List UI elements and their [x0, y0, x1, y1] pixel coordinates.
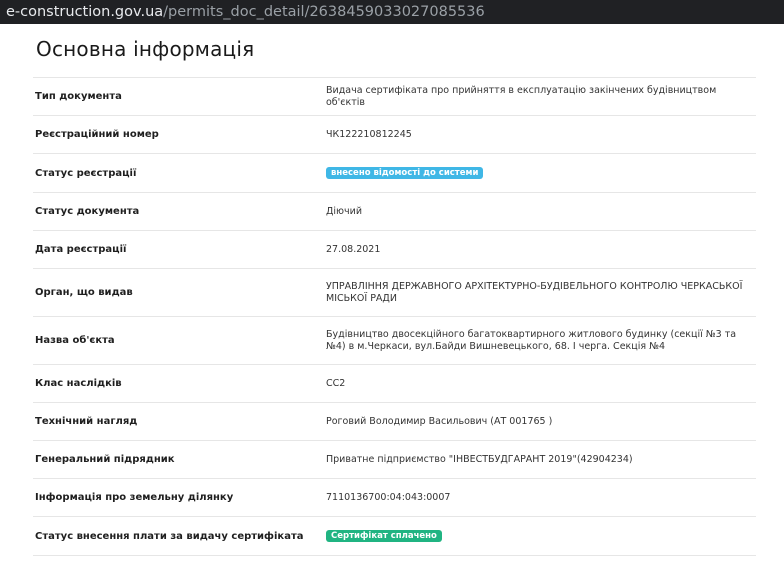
- payment-status-badge: Сертифікат сплачено: [326, 530, 442, 542]
- info-label: Клас наслідків: [35, 378, 122, 389]
- url-path: /permits_doc_detail/2638459033027085536: [163, 4, 485, 20]
- info-label: Інформація про земельну ділянку: [35, 492, 234, 503]
- info-row-issuing-authority: Орган, що видав УПРАВЛІННЯ ДЕРЖАВНОГО АР…: [33, 269, 756, 317]
- info-value: Сертифікат сплачено: [326, 530, 756, 542]
- info-label: Дата реєстрації: [35, 244, 127, 255]
- info-value: Приватне підприємство "ІНВЕСТБУДГАРАНТ 2…: [326, 453, 633, 465]
- registration-status-badge: внесено відомості до системи: [326, 167, 484, 179]
- info-row-document-type: Тип документа Видача сертифіката про при…: [33, 78, 756, 116]
- info-value: 7110136700:04:043:0007: [326, 491, 451, 503]
- info-label: Тип документа: [35, 91, 122, 102]
- info-row-technical-supervision: Технічний нагляд Роговий Володимир Васил…: [33, 403, 756, 441]
- info-value: 27.08.2021: [326, 243, 381, 255]
- info-label: Технічний нагляд: [35, 416, 138, 427]
- info-value: УПРАВЛІННЯ ДЕРЖАВНОГО АРХІТЕКТУРНО-БУДІВ…: [326, 280, 743, 304]
- info-value: Будівництво двосекційного багатоквартирн…: [326, 328, 737, 352]
- info-value: Видача сертифіката про прийняття в експл…: [326, 84, 717, 108]
- info-row-object-name: Назва об'єкта Будівництво двосекційного …: [33, 317, 756, 365]
- info-row-registration-status: Статус реєстрації внесено відомості до с…: [33, 154, 756, 193]
- info-value: Діючий: [326, 205, 363, 217]
- section-title: Основна інформація: [36, 37, 255, 61]
- info-label: Статус документа: [35, 206, 140, 217]
- info-label: Назва об'єкта: [35, 335, 115, 346]
- info-row-registration-date: Дата реєстрації 27.08.2021: [33, 231, 756, 269]
- info-row-land-plot: Інформація про земельну ділянку 71101367…: [33, 479, 756, 517]
- info-label: Реєстраційний номер: [35, 129, 159, 140]
- info-row-document-status: Статус документа Діючий: [33, 193, 756, 231]
- info-label: Статус реєстрації: [35, 167, 137, 179]
- info-label: Орган, що видав: [35, 287, 133, 298]
- info-value: СС2: [326, 377, 346, 389]
- page-content: Основна інформація Тип документа Видача …: [0, 24, 784, 571]
- info-row-general-contractor: Генеральний підрядник Приватне підприємс…: [33, 441, 756, 479]
- info-row-consequence-class: Клас наслідків СС2: [33, 365, 756, 403]
- info-label: Статус внесення плати за видачу сертифік…: [35, 530, 304, 542]
- info-value: Роговий Володимир Васильович (АТ 001765 …: [326, 415, 553, 427]
- info-value: внесено відомості до системи: [326, 167, 756, 179]
- info-value: ЧК122210812245: [326, 128, 412, 140]
- url-domain: e-construction.gov.ua: [6, 4, 164, 20]
- address-bar[interactable]: e-construction.gov.ua/permits_doc_detail…: [0, 0, 784, 24]
- info-table: Тип документа Видача сертифіката про при…: [33, 77, 756, 556]
- info-label: Генеральний підрядник: [35, 454, 175, 465]
- info-row-registration-number: Реєстраційний номер ЧК122210812245: [33, 116, 756, 154]
- info-row-payment-status: Статус внесення плати за видачу сертифік…: [33, 517, 756, 556]
